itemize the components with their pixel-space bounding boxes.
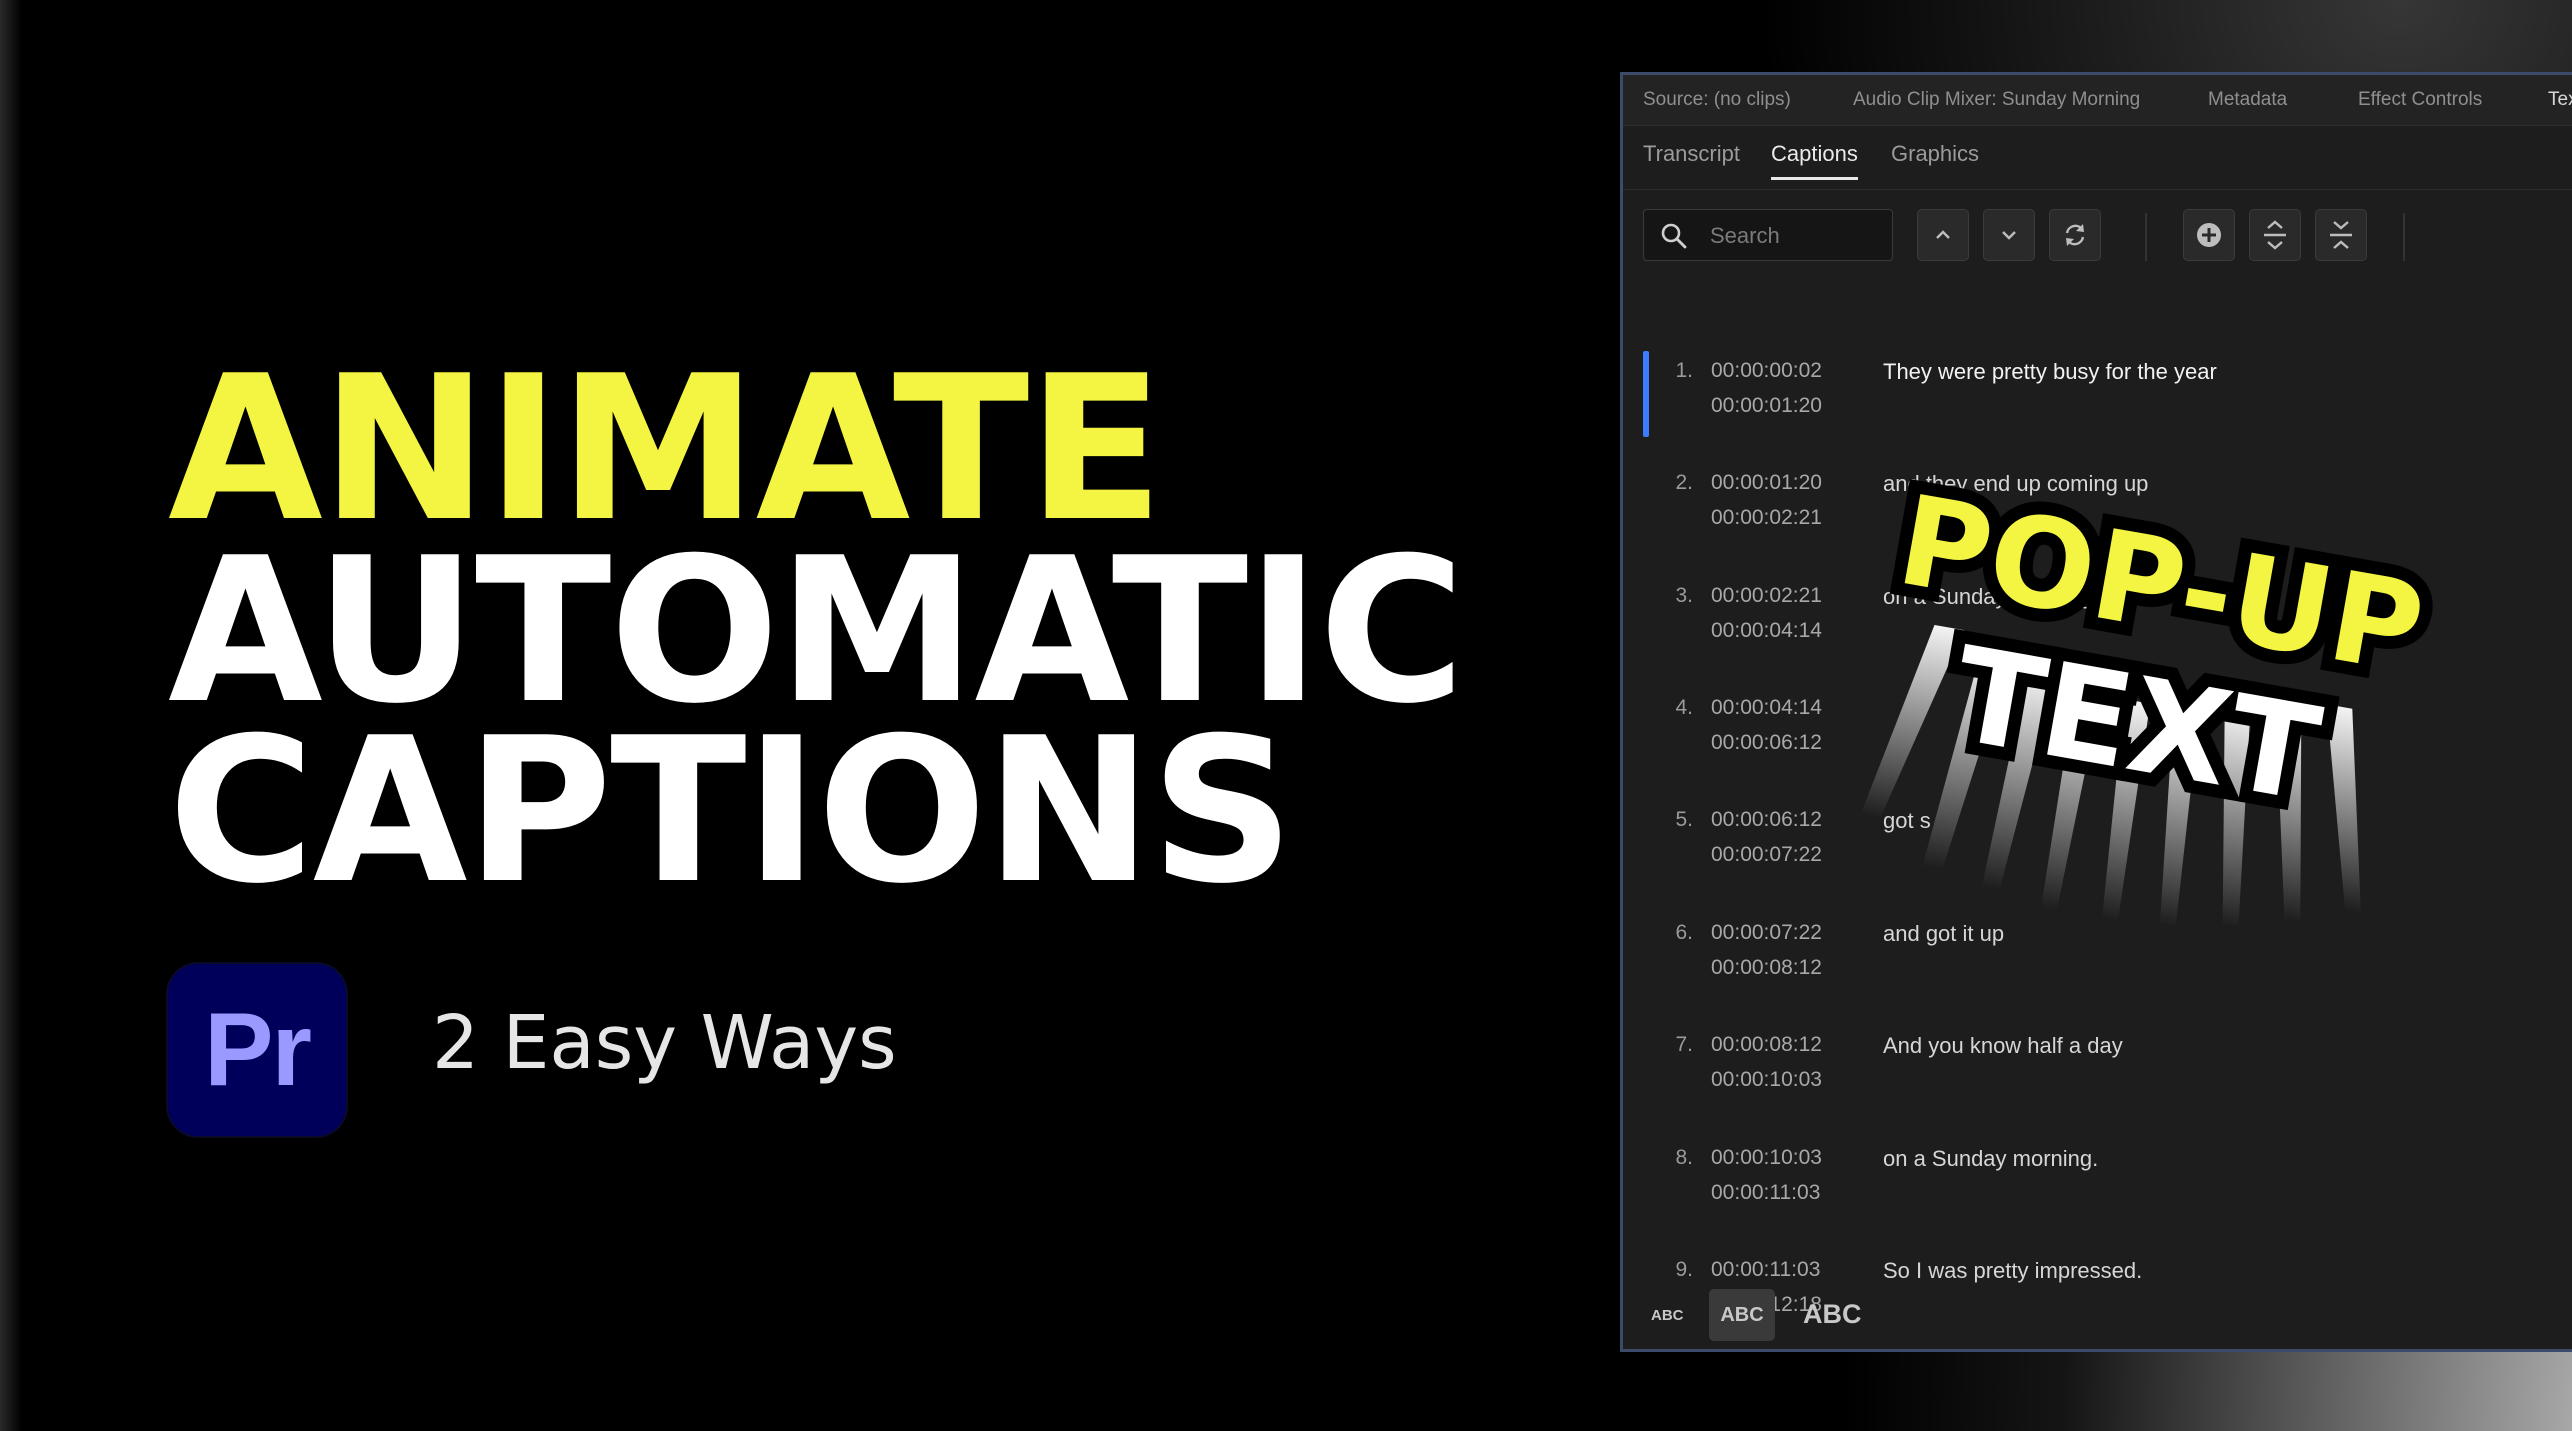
caption-number: 4.: [1675, 696, 1693, 719]
caption-number: 1.: [1675, 359, 1693, 382]
text-size-small-button[interactable]: ABC: [1651, 1307, 1684, 1324]
caption-in-time: 00:00:07:22: [1711, 921, 1822, 944]
subtitle: 2 Easy Ways: [432, 1000, 897, 1086]
caption-out-time: 00:00:02:21: [1711, 506, 1822, 529]
left-edge-shade: [0, 0, 22, 1431]
caption-in-time: 00:00:08:12: [1711, 1033, 1822, 1056]
text-size-large-button[interactable]: ABC: [1803, 1299, 1862, 1330]
search-box[interactable]: [1643, 209, 1893, 261]
replace-button[interactable]: [2049, 209, 2101, 261]
caption-in-time: 00:00:00:02: [1711, 359, 1822, 382]
caption-row[interactable]: 7. 00:00:08:12 00:00:10:03 And you know …: [1623, 1017, 2572, 1129]
title-line-captions: CAPTIONS: [168, 695, 1294, 928]
caption-out-time: 00:00:06:12: [1711, 731, 1822, 754]
tab-captions[interactable]: Captions: [1771, 141, 1858, 180]
caption-in-time: 00:00:10:03: [1711, 1146, 1822, 1169]
caption-out-time: 00:00:01:20: [1711, 394, 1822, 417]
caption-out-time: 00:00:08:12: [1711, 956, 1822, 979]
caption-row[interactable]: 8. 00:00:10:03 00:00:11:03 on a Sunday m…: [1623, 1130, 2572, 1242]
tab-transcript[interactable]: Transcript: [1643, 141, 1740, 177]
toolbar-divider: [2145, 213, 2147, 261]
caption-number: 5.: [1675, 808, 1693, 831]
tab-text[interactable]: Tex: [2548, 89, 2572, 111]
tab-graphics[interactable]: Graphics: [1891, 141, 1979, 177]
caption-text[interactable]: and got it up: [1883, 921, 2004, 947]
refresh-icon: [2065, 224, 2085, 246]
caption-out-time: 00:00:10:03: [1711, 1068, 1822, 1091]
split-caption-icon: [2264, 220, 2286, 250]
text-size-bar: ABC ABC ABC: [1623, 1277, 2572, 1347]
caption-text[interactable]: They were pretty busy for the year: [1883, 359, 2217, 385]
toolbar-divider: [2403, 213, 2405, 261]
caption-number: 8.: [1675, 1146, 1693, 1169]
caption-in-time: 00:00:02:21: [1711, 584, 1822, 607]
caption-out-time: 00:00:07:22: [1711, 843, 1822, 866]
search-input[interactable]: [1708, 218, 1882, 254]
caption-in-time: 00:00:01:20: [1711, 471, 1822, 494]
tab-source[interactable]: Source: (no clips): [1643, 89, 1791, 111]
text-sub-tabs: Transcript Captions Graphics: [1623, 125, 2572, 190]
caption-number: 6.: [1675, 921, 1693, 944]
caption-in-time: 00:00:04:14: [1711, 696, 1822, 719]
caption-in-time: 00:00:06:12: [1711, 808, 1822, 831]
caption-number: 3.: [1675, 584, 1693, 607]
caption-text[interactable]: on a Sunday morning.: [1883, 1146, 2098, 1172]
premiere-pro-logo: Pr: [168, 964, 346, 1136]
panel-tab-bar: Source: (no clips) Audio Clip Mixer: Sun…: [1623, 75, 2572, 126]
add-circle-icon: [2197, 223, 2221, 247]
text-size-medium-button[interactable]: ABC: [1709, 1289, 1775, 1341]
caption-out-time: 00:00:11:03: [1711, 1181, 1821, 1204]
previous-caption-button[interactable]: [1917, 209, 1969, 261]
merge-caption-icon: [2330, 221, 2352, 249]
merge-caption-button[interactable]: [2315, 209, 2367, 261]
caption-text[interactable]: And you know half a day: [1883, 1033, 2123, 1059]
caption-number: 7.: [1675, 1033, 1693, 1056]
tab-audio-clip-mixer[interactable]: Audio Clip Mixer: Sunday Morning: [1853, 89, 2140, 111]
chevron-down-icon: [2002, 231, 2016, 240]
caption-row[interactable]: 1. 00:00:00:02 00:00:01:20 They were pre…: [1623, 343, 2572, 455]
caption-row[interactable]: 6. 00:00:07:22 00:00:08:12 and got it up: [1623, 905, 2572, 1017]
search-icon: [1661, 223, 1687, 249]
captions-toolbar: [1623, 189, 2572, 271]
add-caption-button[interactable]: [2183, 209, 2235, 261]
tab-effect-controls[interactable]: Effect Controls: [2358, 89, 2482, 111]
caption-number: 2.: [1675, 471, 1693, 494]
tab-metadata[interactable]: Metadata: [2208, 89, 2287, 111]
selected-indicator: [1643, 351, 1649, 437]
premiere-pro-logo-label: Pr: [204, 992, 312, 1108]
split-caption-button[interactable]: [2249, 209, 2301, 261]
chevron-up-icon: [1936, 230, 1950, 239]
caption-out-time: 00:00:04:14: [1711, 619, 1822, 642]
next-caption-button[interactable]: [1983, 209, 2035, 261]
